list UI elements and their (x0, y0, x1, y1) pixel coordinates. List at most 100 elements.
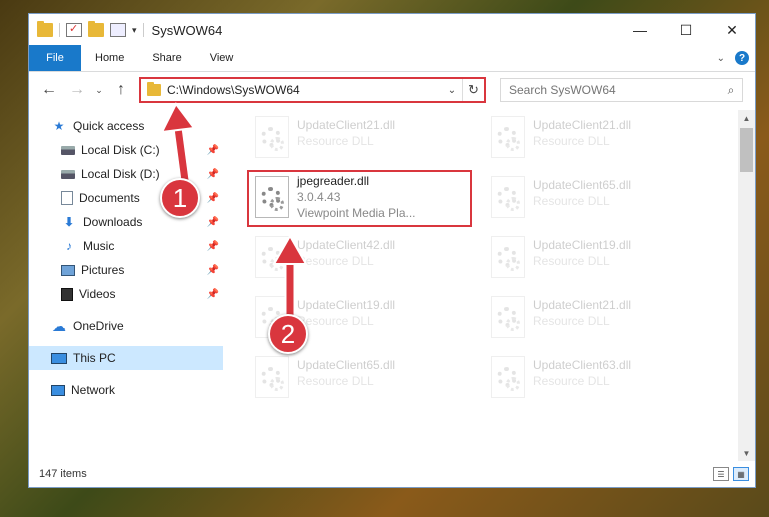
expand-ribbon-icon[interactable]: ⌄ (717, 53, 725, 64)
file-tile[interactable]: UpdateClient21.dll Resource DLL (485, 290, 711, 350)
scroll-thumb[interactable] (740, 128, 753, 172)
properties-icon[interactable] (110, 23, 126, 37)
file-name: UpdateClient21.dll (533, 118, 632, 132)
dll-file-icon (491, 356, 525, 398)
tiles-view-icon[interactable]: ▦ (733, 467, 749, 481)
nav-local-disk-c[interactable]: Local Disk (C:) 📌 (29, 138, 223, 162)
refresh-icon[interactable]: ↻ (462, 79, 484, 101)
forward-button[interactable]: → (65, 78, 89, 102)
file-name: UpdateClient63.dll (533, 358, 632, 372)
tab-share[interactable]: Share (138, 45, 195, 71)
address-dropdown-icon[interactable]: ⌄ (442, 85, 462, 96)
nav-label: Quick access (73, 119, 145, 133)
nav-label: This PC (73, 351, 116, 365)
highlight-box (247, 170, 472, 227)
nav-pictures[interactable]: Pictures 📌 (29, 258, 223, 282)
nav-local-disk-d[interactable]: Local Disk (D:) 📌 (29, 162, 223, 186)
dll-file-icon (255, 356, 289, 398)
nav-videos[interactable]: Videos 📌 (29, 282, 223, 306)
tab-file[interactable]: File (29, 45, 81, 71)
file-tile[interactable]: UpdateClient19.dll Resource DLL (485, 230, 711, 290)
tab-view[interactable]: View (196, 45, 248, 71)
nav-label: Pictures (81, 263, 125, 277)
divider (59, 23, 60, 37)
search-box[interactable]: ⌕ (500, 78, 743, 102)
minimize-button[interactable]: — (617, 14, 663, 46)
divider (142, 23, 144, 37)
file-tile[interactable]: UpdateClient65.dll Resource DLL (249, 350, 475, 410)
file-name: UpdateClient42.dll (297, 238, 396, 252)
title-bar: ▾ SysWOW64 — ☐ ✕ (29, 14, 755, 46)
ribbon-tabs: File Home Share View ⌄ ? (29, 45, 755, 72)
file-tile[interactable]: UpdateClient21.dll Resource DLL (249, 110, 475, 170)
dll-file-icon (491, 176, 525, 218)
search-icon[interactable]: ⌕ (720, 83, 742, 98)
music-icon: ♪ (66, 239, 72, 253)
pin-icon[interactable]: 📌 (207, 265, 219, 276)
nav-label: Local Disk (C:) (81, 143, 160, 157)
view-buttons: ☰ ▦ (713, 467, 749, 481)
qat-dropdown-icon[interactable]: ▾ (132, 25, 137, 36)
nav-downloads[interactable]: ⬇ Downloads 📌 (29, 210, 223, 234)
pin-icon[interactable]: 📌 (207, 241, 219, 252)
pin-icon[interactable]: 📌 (207, 289, 219, 300)
navigation-pane: ★ Quick access Local Disk (C:) 📌 Local D… (29, 110, 223, 461)
cloud-icon: ☁ (52, 317, 66, 334)
help-icon[interactable]: ? (735, 51, 749, 65)
file-name: UpdateClient19.dll (297, 298, 396, 312)
dll-file-icon (491, 116, 525, 158)
pin-icon[interactable]: 📌 (207, 193, 219, 204)
ribbon-right: ⌄ ? (717, 51, 749, 65)
recent-locations-icon[interactable]: ⌄ (93, 78, 105, 102)
nav-label: OneDrive (73, 319, 124, 333)
vertical-scrollbar[interactable]: ▲ ▼ (738, 110, 755, 461)
drive-icon (61, 145, 75, 155)
pin-icon[interactable]: 📌 (207, 145, 219, 156)
file-name: UpdateClient19.dll (533, 238, 632, 252)
folder-icon (37, 21, 53, 37)
file-tile[interactable]: UpdateClient63.dll Resource DLL (485, 350, 711, 410)
file-name: UpdateClient21.dll (533, 298, 632, 312)
nav-quick-access[interactable]: ★ Quick access (29, 114, 223, 138)
file-type: Resource DLL (533, 194, 610, 208)
computer-icon (51, 352, 67, 364)
scroll-down-icon[interactable]: ▼ (738, 445, 755, 461)
pin-icon[interactable]: 📌 (207, 217, 219, 228)
pictures-icon (61, 264, 75, 276)
close-button[interactable]: ✕ (709, 14, 755, 46)
window-title: SysWOW64 (151, 22, 223, 38)
details-view-icon[interactable]: ☰ (713, 467, 729, 481)
explorer-window: ▾ SysWOW64 — ☐ ✕ File Home Share View ⌄ … (28, 13, 756, 488)
quick-access-toolbar: ▾ (29, 21, 144, 37)
address-row: ← → ⌄ ↑ C:\Windows\SysWOW64 ⌄ ↻ ⌕ (29, 72, 755, 108)
file-type: Resource DLL (297, 134, 374, 148)
file-tile[interactable]: UpdateClient65.dll Resource DLL (485, 170, 711, 230)
search-input[interactable] (501, 83, 720, 97)
address-bar[interactable]: C:\Windows\SysWOW64 ⌄ ↻ (139, 77, 486, 103)
dll-file-icon (255, 116, 289, 158)
back-button[interactable]: ← (37, 78, 61, 102)
nav-music[interactable]: ♪ Music 📌 (29, 234, 223, 258)
properties-check-icon[interactable] (66, 22, 82, 37)
nav-gap (29, 370, 223, 378)
scroll-up-icon[interactable]: ▲ (738, 110, 755, 126)
pin-icon[interactable]: 📌 (207, 169, 219, 180)
tab-home[interactable]: Home (81, 45, 138, 71)
nav-label: Videos (79, 287, 116, 301)
dll-file-icon (255, 236, 289, 278)
file-type: Resource DLL (533, 374, 610, 388)
nav-network[interactable]: Network (29, 378, 223, 402)
file-name: UpdateClient21.dll (297, 118, 396, 132)
file-tile[interactable]: UpdateClient42.dll Resource DLL (249, 230, 475, 290)
new-folder-icon[interactable] (88, 21, 104, 37)
nav-this-pc[interactable]: This PC (29, 346, 223, 370)
file-type: Resource DLL (533, 254, 610, 268)
address-path[interactable]: C:\Windows\SysWOW64 (167, 83, 442, 97)
file-name: UpdateClient65.dll (533, 178, 632, 192)
nav-gap (29, 338, 223, 346)
maximize-button[interactable]: ☐ (663, 14, 709, 46)
file-tile[interactable]: UpdateClient21.dll Resource DLL (485, 110, 711, 170)
dll-file-icon (491, 236, 525, 278)
up-button[interactable]: ↑ (109, 78, 133, 102)
nav-onedrive[interactable]: ☁ OneDrive (29, 314, 223, 338)
